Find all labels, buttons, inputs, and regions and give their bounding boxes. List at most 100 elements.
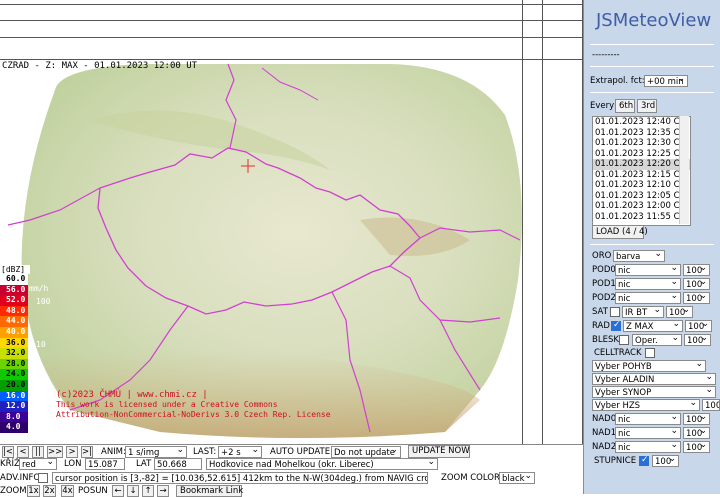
time-list-item[interactable]: 01.01.2023 12:20 CX bbox=[593, 159, 690, 170]
legend-row: 12.0 bbox=[0, 401, 28, 412]
pod1-opacity-select[interactable]: 100 bbox=[683, 278, 710, 290]
sat-checkbox[interactable] bbox=[610, 307, 620, 317]
copyright-line-3: Attribution-NonCommercial-NoDerivs 3.0 C… bbox=[56, 410, 331, 419]
lat-label: LAT bbox=[136, 459, 152, 469]
pan-right-button[interactable]: → bbox=[157, 485, 169, 497]
legend-row: 36.0 bbox=[0, 337, 28, 349]
time-list-item[interactable]: 01.01.2023 12:00 CX bbox=[593, 201, 690, 212]
lon-input[interactable]: 15.087 bbox=[85, 458, 125, 470]
vyber-hzs-opacity-select[interactable]: 100 bbox=[702, 399, 720, 411]
zoom-color-select[interactable]: black bbox=[499, 472, 535, 484]
time-list-item[interactable]: 01.01.2023 12:25 CX bbox=[593, 149, 690, 160]
legend-mm-unit: mm/h bbox=[29, 284, 49, 293]
every-3rd-button[interactable]: 3rd bbox=[637, 99, 657, 113]
pod1-select[interactable]: nic bbox=[615, 278, 681, 290]
navig-cross-icon bbox=[241, 159, 255, 173]
rad-checkbox[interactable] bbox=[611, 320, 621, 331]
place-select[interactable]: Hodkovice nad Mohelkou (okr. Liberec) bbox=[206, 458, 438, 470]
stupnice-checkbox[interactable] bbox=[639, 455, 649, 466]
legend-mm-label: 1 bbox=[36, 382, 41, 391]
legend-row: 60.0 bbox=[0, 274, 28, 285]
zoom-2x-button[interactable]: 2x bbox=[43, 485, 56, 497]
kriz-label: KŘÍŽ bbox=[0, 459, 20, 469]
frame-line bbox=[0, 37, 583, 38]
sat-select[interactable]: IR BT bbox=[622, 306, 664, 318]
anim-nav-button[interactable]: |< bbox=[2, 446, 14, 458]
nad0-label: NAD0 bbox=[592, 414, 617, 424]
anim-nav-button[interactable]: < bbox=[17, 446, 29, 458]
bookmark-link-button[interactable]: Bookmark Link bbox=[176, 485, 243, 497]
nad1-opacity-select[interactable]: 100 bbox=[683, 427, 710, 439]
nad1-select[interactable]: nic bbox=[615, 427, 681, 439]
pod2-opacity-select[interactable]: 100 bbox=[683, 292, 710, 304]
rad-opacity-select[interactable]: 100 bbox=[685, 320, 712, 332]
extrapol-select[interactable]: +00 min bbox=[644, 75, 688, 87]
pan-down-button[interactable]: ↓ bbox=[127, 485, 139, 497]
load-button[interactable]: LOAD (4 / 4) bbox=[592, 225, 648, 239]
pod2-select[interactable]: nic bbox=[615, 292, 681, 304]
time-list-scrollbar[interactable] bbox=[679, 116, 689, 224]
panel-divider bbox=[590, 44, 714, 45]
vyber-pohyb-select[interactable]: Vyber POHYB bbox=[592, 360, 706, 372]
stupnice-opacity-select[interactable]: 100 bbox=[652, 455, 679, 467]
legend-row: 4.0 bbox=[0, 422, 28, 433]
vyber-synop-select[interactable]: Vyber SYNOP bbox=[592, 386, 716, 398]
blesk-select[interactable]: Oper. bbox=[632, 334, 682, 346]
kriz-select[interactable]: red bbox=[19, 458, 57, 470]
nad2-opacity-select[interactable]: 100 bbox=[683, 441, 710, 453]
advinfo-checkbox[interactable] bbox=[38, 473, 48, 483]
blesk-checkbox[interactable] bbox=[619, 335, 629, 345]
nad0-select[interactable]: nic bbox=[615, 413, 681, 425]
frame-line bbox=[522, 0, 523, 60]
time-list-item[interactable]: 01.01.2023 12:40 CX bbox=[593, 117, 690, 128]
time-list-item[interactable]: 01.01.2023 12:05 CX bbox=[593, 191, 690, 202]
panel-divider bbox=[590, 244, 714, 245]
radar-map[interactable] bbox=[0, 60, 542, 444]
posun-label: POSUN bbox=[78, 486, 108, 496]
anim-nav-button[interactable]: || bbox=[32, 446, 44, 458]
copyright-notice: (c)2023 ČHMÚ | www.chmi.cz | This work i… bbox=[56, 390, 331, 420]
update-now-button[interactable]: UPDATE NOW bbox=[408, 445, 470, 458]
vyber-aladin-select[interactable]: Vyber ALADIN bbox=[592, 373, 716, 385]
map-title: CZRAD - Z: MAX - 01.01.2023 12:00 UT bbox=[2, 61, 198, 71]
frame-line bbox=[542, 0, 543, 60]
zoom-4x-button[interactable]: 4x bbox=[61, 485, 74, 497]
oro-select[interactable]: barva bbox=[613, 250, 665, 262]
anim-select[interactable]: 1 s/img bbox=[125, 446, 187, 458]
pan-left-button[interactable]: ← bbox=[112, 485, 124, 497]
pod0-select[interactable]: nic bbox=[615, 264, 681, 276]
sat-opacity-select[interactable]: 100 bbox=[666, 306, 693, 318]
anim-nav-button[interactable]: > bbox=[66, 446, 78, 458]
cursor-info-field: cursor position is [3,-82] = [10.036,52.… bbox=[52, 472, 428, 484]
control-panel: JSMeteoView JSMeteoView --------- Extrap… bbox=[583, 0, 720, 494]
celltrack-checkbox[interactable] bbox=[645, 348, 655, 358]
time-list[interactable]: 01.01.2023 12:40 CX 01.01.2023 12:35 CX 01… bbox=[592, 116, 691, 226]
last-label: LAST: bbox=[193, 447, 217, 457]
oro-label: ORO bbox=[592, 251, 612, 261]
legend-row: 48.0 bbox=[0, 305, 28, 317]
lon-label: LON bbox=[64, 459, 82, 469]
pod0-opacity-select[interactable]: 100 bbox=[683, 264, 710, 276]
lat-input[interactable]: 50.668 bbox=[154, 458, 202, 470]
rad-select[interactable]: Z MAX bbox=[623, 320, 683, 332]
every-6th-button[interactable]: 6th bbox=[615, 99, 635, 113]
zoom-1x-button[interactable]: 1x bbox=[27, 485, 40, 497]
time-list-item[interactable]: 01.01.2023 12:10 CX bbox=[593, 180, 690, 191]
nad2-select[interactable]: nic bbox=[615, 441, 681, 453]
time-list-item[interactable]: 01.01.2023 12:15 CX bbox=[593, 170, 690, 181]
time-list-item[interactable]: 01.01.2023 12:35 CX bbox=[593, 128, 690, 139]
anim-nav-button[interactable]: >> bbox=[47, 446, 63, 458]
anim-nav-button[interactable]: >| bbox=[81, 446, 93, 458]
pan-up-button[interactable]: ↑ bbox=[142, 485, 154, 497]
legend-row: 44.0 bbox=[0, 316, 28, 327]
nad0-opacity-select[interactable]: 100 bbox=[683, 413, 710, 425]
auto-update-select[interactable]: Do not update bbox=[331, 446, 401, 458]
time-list-item[interactable]: 01.01.2023 11:55 CX bbox=[593, 212, 690, 223]
vyber-hzs-select[interactable]: Vyber HZS bbox=[592, 399, 700, 411]
time-list-item[interactable]: 01.01.2023 12:30 CX bbox=[593, 138, 690, 149]
anim-label: ANIM: bbox=[101, 447, 126, 457]
blesk-opacity-select[interactable]: 100 bbox=[684, 334, 711, 346]
panel-divider bbox=[590, 92, 714, 93]
legend-row: 20.0 bbox=[0, 379, 28, 391]
last-select[interactable]: +2 s bbox=[218, 446, 262, 458]
